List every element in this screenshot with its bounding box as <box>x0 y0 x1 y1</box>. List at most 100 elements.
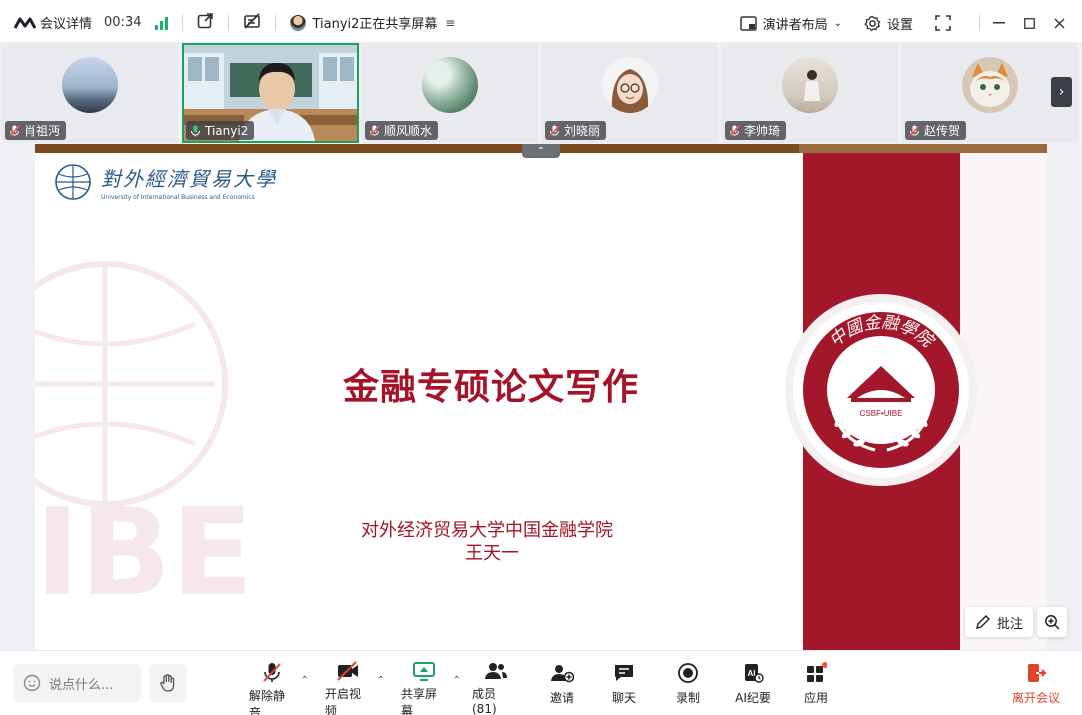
participant-name: Tianyi2 <box>205 123 249 138</box>
invite-label: 邀请 <box>549 691 574 705</box>
camera-off-icon <box>335 661 361 681</box>
participant-name-tag: Tianyi2 <box>186 121 255 140</box>
hide-meeting-icon[interactable] <box>243 12 261 34</box>
raise-hand-icon <box>160 674 175 692</box>
share-screen-button[interactable]: 共享屏幕 ⌃ <box>401 661 461 715</box>
sharing-status[interactable]: Tianyi2正在共享屏幕 ≡ <box>290 13 455 32</box>
chevron-down-icon: ⌄ <box>833 17 842 29</box>
slide-title: 金融专硕论文写作 <box>343 366 640 408</box>
pen-icon <box>976 615 990 629</box>
sharing-status-label: Tianyi2正在共享屏幕 <box>312 17 438 32</box>
title-bar: 会议详情 00:34 Tianyi2正在共享屏幕 ≡ 演讲者布局 ⌄ 设置 <box>0 0 1082 46</box>
participant-name-tag: 顺风顺水 <box>365 121 439 140</box>
apps-grid-icon <box>803 661 829 685</box>
network-signal-icon[interactable] <box>155 16 169 30</box>
participant-name-tag: 赵传贺 <box>905 121 967 140</box>
chevron-up-icon: ⌃ <box>536 145 546 157</box>
zoom-in-button[interactable] <box>1037 607 1067 637</box>
avatar <box>781 57 838 113</box>
invite-button[interactable]: 邀请 <box>545 661 579 709</box>
participant-tile[interactable]: 顺风顺水 <box>361 43 538 143</box>
close-icon[interactable] <box>1044 8 1074 38</box>
fullscreen-icon[interactable] <box>935 15 951 31</box>
raise-hand-button[interactable] <box>149 664 187 702</box>
layout-label: 演讲者布局 <box>762 17 828 33</box>
participant-name-tag: 李帅琦 <box>725 121 787 140</box>
minimize-icon[interactable] <box>984 8 1014 38</box>
divider <box>228 14 230 31</box>
unmute-button[interactable]: 解除静音 ⌃ <box>249 661 309 715</box>
mic-on-icon <box>190 125 201 136</box>
sharing-menu-icon: ≡ <box>445 15 456 30</box>
divider <box>275 14 277 31</box>
mic-muted-icon <box>259 661 285 683</box>
divider <box>979 15 980 31</box>
members-button[interactable]: 成员(81) <box>472 661 520 715</box>
participant-name: 赵传贺 <box>924 124 961 138</box>
start-video-button[interactable]: 开启视频 ⌃ <box>325 661 385 715</box>
svg-text:IBE: IBE <box>35 484 253 623</box>
strip-next-button[interactable]: › <box>1051 77 1072 107</box>
mic-muted-icon <box>729 124 740 137</box>
record-label: 录制 <box>675 691 700 705</box>
emblem-text: CSBF•UIBE <box>860 409 903 418</box>
unmute-label: 解除静音 <box>249 689 286 715</box>
members-icon <box>483 661 509 681</box>
participant-tile[interactable]: 肖祖沔 <box>1 43 178 143</box>
avatar <box>61 57 118 113</box>
gear-icon <box>864 15 881 31</box>
participant-name: 顺风顺水 <box>384 124 433 138</box>
participant-name-tag: 刘晓丽 <box>545 121 607 140</box>
mic-muted-icon <box>9 124 20 137</box>
layout-button[interactable]: 演讲者布局 ⌄ <box>739 14 842 33</box>
record-button[interactable]: 录制 <box>673 661 703 709</box>
university-logo: 對外經濟貿易大學 University of International Bus… <box>53 162 277 202</box>
avatar <box>961 57 1018 113</box>
university-watermark: IBE 1951 <box>35 261 253 650</box>
zoom-in-icon <box>1045 615 1060 630</box>
svg-text:1951: 1951 <box>55 639 233 650</box>
add-user-icon <box>549 661 575 685</box>
chevron-up-icon[interactable]: ⌃ <box>377 675 385 686</box>
mic-muted-icon <box>369 124 380 137</box>
svg-text:AI: AI <box>748 669 756 678</box>
ai-minutes-icon: AI <box>740 661 766 685</box>
elapsed-time: 00:34 <box>104 15 142 30</box>
leave-meeting-button[interactable]: 离开会议 <box>1012 661 1060 709</box>
divider <box>182 14 184 31</box>
chat-icon <box>611 661 637 685</box>
settings-label: 设置 <box>886 17 913 33</box>
participant-tile-active[interactable]: Tianyi2 <box>182 43 359 143</box>
mic-muted-icon <box>549 124 560 137</box>
participant-tile[interactable]: 李帅琦 <box>721 43 898 143</box>
chevron-up-icon[interactable]: ⌃ <box>301 675 309 686</box>
chat-button[interactable]: 聊天 <box>609 661 639 709</box>
ai-minutes-button[interactable]: AI AI纪要 <box>733 661 773 709</box>
participant-name-tag: 肖祖沔 <box>5 121 67 140</box>
mic-muted-icon <box>909 124 920 137</box>
chat-label: 聊天 <box>611 691 636 705</box>
quick-chat-input[interactable]: 说点什么... <box>13 664 141 702</box>
members-label: 成员(81) <box>472 687 497 715</box>
meeting-details-button[interactable]: 会议详情 <box>14 13 92 32</box>
popout-window-icon[interactable] <box>197 12 214 33</box>
university-name-cn: 對外經濟貿易大學 <box>101 167 277 191</box>
collapse-strip-button[interactable]: ⌃ <box>522 144 560 158</box>
remote-menubar <box>799 144 1047 153</box>
uibe-emblem-icon <box>55 164 91 200</box>
settings-button[interactable]: 设置 <box>864 14 913 33</box>
participant-name: 刘晓丽 <box>564 124 601 138</box>
shared-slide[interactable]: ⌃ IBE 1951 對外經濟貿易大學 University of Intern… <box>35 144 1047 650</box>
start-video-label: 开启视频 <box>325 687 362 715</box>
university-name-en: University of International Business and… <box>101 194 255 201</box>
bottom-toolbar: 说点什么... 解除静音 ⌃ 开启视频 ⌃ 共享屏幕 ⌃ 成员(81) 邀请 聊… <box>0 650 1082 715</box>
slide-author: 王天一 <box>465 543 519 564</box>
emoji-icon <box>23 674 41 692</box>
school-emblem: 中國金融學院 CSBF•UIBE <box>785 294 977 486</box>
maximize-icon[interactable] <box>1014 8 1044 38</box>
apps-button[interactable]: 应用 <box>802 661 830 709</box>
annotate-button[interactable]: 批注 <box>965 607 1033 637</box>
chevron-right-icon: › <box>1058 84 1065 100</box>
chevron-up-icon[interactable]: ⌃ <box>453 675 461 686</box>
participant-tile[interactable]: 刘晓丽 <box>541 43 718 143</box>
